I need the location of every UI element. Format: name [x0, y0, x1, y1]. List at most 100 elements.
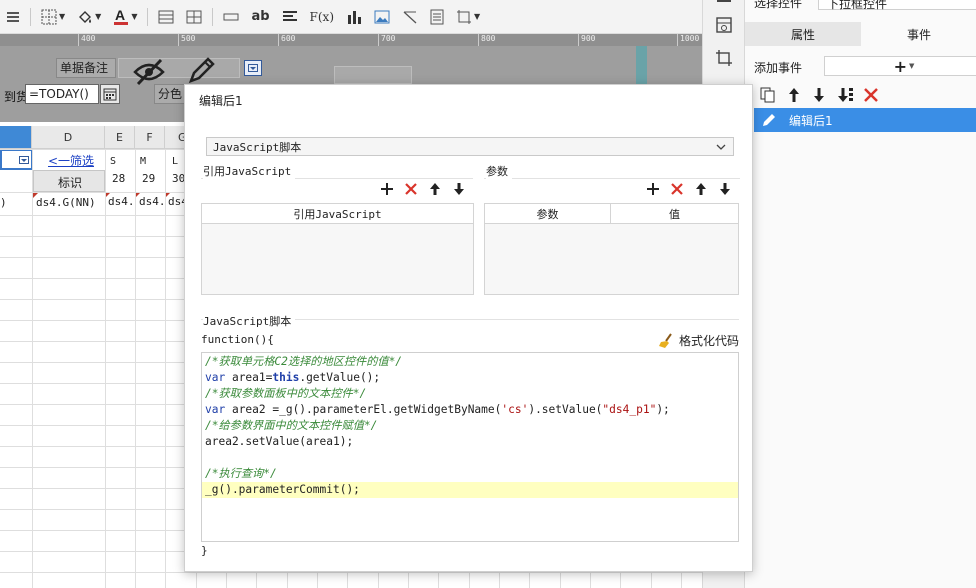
widget-type-value: 下拉框控件 [827, 0, 888, 11]
chart-icon[interactable] [344, 5, 364, 29]
widget-type-select[interactable]: 下拉框控件 [818, 0, 976, 11]
widget-settings-icon[interactable] [715, 16, 733, 34]
code-editor[interactable]: /*获取单元格C2选择的地区控件的值*/ var area1=this.getV… [201, 352, 739, 542]
edit-pencil-icon[interactable] [186, 56, 216, 86]
value-header-label: 值 [669, 207, 680, 221]
ref-js-column-header: 引用JavaScript [202, 204, 473, 224]
grid-line [165, 149, 166, 588]
params-toolbar [646, 181, 732, 197]
ruler-tick: 500 [178, 34, 195, 46]
chevron-down-icon [716, 144, 726, 150]
tag-cell[interactable]: 标识 [33, 170, 105, 192]
grid-line [32, 149, 33, 588]
event-item-label: 编辑后1 [789, 113, 833, 128]
cell-f3[interactable]: ds4. [139, 195, 165, 208]
color-label-box[interactable]: 分色 [154, 84, 188, 104]
image-icon[interactable] [372, 5, 392, 29]
toolbar-separator [212, 7, 214, 26]
column-header-d[interactable]: D [32, 126, 105, 149]
calendar-icon[interactable] [100, 84, 120, 104]
insert-row-icon[interactable] [156, 5, 176, 29]
tab-properties[interactable]: 属性 [745, 22, 861, 46]
ref-js-table[interactable]: 引用JavaScript [201, 203, 474, 295]
code-string: "ds4_p1" [602, 403, 657, 416]
plus-icon: + [893, 56, 907, 76]
code-keyword: var [205, 371, 226, 384]
svg-text:A: A [115, 8, 125, 23]
fill-color-icon[interactable]: ▼ [75, 5, 103, 29]
script-section-label: JavaScript脚本 [203, 313, 296, 329]
params-header-label: 参数 [536, 207, 559, 221]
cell-d3[interactable]: ds4.G(NN) [36, 196, 96, 209]
color-label: 分色 [158, 87, 183, 101]
chevron-down-icon: ▼ [909, 62, 915, 70]
merge-cells-icon[interactable] [184, 5, 204, 29]
filter-link[interactable]: <一筛选 [48, 152, 94, 169]
copy-icon[interactable] [759, 86, 777, 104]
column-header-f[interactable]: F [135, 126, 165, 149]
grid-line [135, 149, 136, 588]
params-table[interactable]: 参数 值 [484, 203, 739, 295]
cell-a3[interactable]: ) [0, 196, 7, 209]
move-down-icon[interactable] [811, 86, 827, 104]
ref-js-toolbar [380, 181, 466, 197]
column-header-selected[interactable] [0, 126, 32, 149]
event-toolbar [759, 86, 879, 104]
format-code-button[interactable]: 格式化代码 [658, 332, 739, 349]
add-icon[interactable] [380, 182, 394, 196]
ruler: 400 500 600 700 800 900 1000 [0, 34, 702, 46]
code-comment: /*获取参数面板中的文本控件*/ [205, 387, 367, 400]
code-keyword: var [205, 403, 226, 416]
script-type-select[interactable]: JavaScript脚本 [206, 137, 734, 156]
tab-events[interactable]: 事件 [861, 22, 976, 46]
hidden-eye-icon[interactable] [132, 56, 166, 86]
add-event-label: 添加事件 [754, 61, 803, 75]
cell-e3[interactable]: ds4. [108, 195, 135, 208]
main-toolbar: ▼ ▼ A ▼ ab F(x) ▼ [0, 0, 702, 34]
ruler-tick: 600 [278, 34, 295, 46]
add-icon[interactable] [646, 182, 660, 196]
move-up-icon[interactable] [694, 182, 708, 196]
note-label-box[interactable]: 单据备注 [56, 58, 116, 78]
code-comment: /*执行查询*/ [205, 467, 277, 480]
param-dropdown-button[interactable] [244, 60, 262, 76]
border-icon[interactable]: ▼ [39, 5, 67, 29]
move-up-icon[interactable] [428, 182, 442, 196]
text-field-icon[interactable] [221, 5, 241, 29]
cell-g3[interactable]: ds4 [168, 195, 185, 208]
code-comment: /*获取单元格C2选择的地区控件的值*/ [205, 355, 403, 368]
list-format-icon[interactable] [4, 5, 22, 29]
richtext-icon[interactable] [428, 5, 446, 29]
delete-icon[interactable] [670, 182, 684, 196]
size-m: M [140, 156, 147, 167]
toolbar-separator [30, 7, 31, 26]
formula-icon[interactable]: F(x) [308, 5, 336, 29]
panel-tabs: 属性 事件 [745, 22, 976, 46]
selected-cell[interactable] [0, 149, 33, 170]
code-text: ); [656, 403, 670, 416]
crop-icon[interactable] [715, 49, 733, 67]
event-edit-dialog: 编辑后1 JavaScript脚本 引用JavaScript 引用JavaScr… [184, 84, 753, 572]
move-bottom-icon[interactable] [836, 86, 854, 104]
align-icon[interactable] [280, 5, 300, 29]
frame-icon[interactable]: ▼ [454, 5, 482, 29]
event-list-item[interactable]: 编辑后1 [754, 108, 976, 132]
column-header-g[interactable]: G [165, 126, 187, 149]
text-label-icon[interactable]: ab [249, 5, 271, 29]
code-text: .getValue(); [299, 371, 381, 384]
move-down-icon[interactable] [718, 182, 732, 196]
code-text: ).setValue( [528, 403, 603, 416]
delete-icon[interactable] [863, 87, 879, 103]
font-color-icon[interactable]: A ▼ [111, 5, 139, 29]
move-up-icon[interactable] [786, 86, 802, 104]
date-input[interactable]: =TODAY() [25, 84, 99, 104]
slash-icon[interactable] [400, 5, 420, 29]
add-event-dropdown[interactable]: + ▼ [824, 56, 976, 76]
menu-icon[interactable] [715, 0, 733, 14]
ghost-widget[interactable] [334, 66, 412, 84]
column-header-e[interactable]: E [105, 126, 135, 149]
delete-icon[interactable] [404, 182, 418, 196]
move-down-icon[interactable] [452, 182, 466, 196]
select-widget-label: 选择控件 [754, 0, 803, 10]
ref-js-header-label: 引用JavaScript [293, 207, 382, 221]
